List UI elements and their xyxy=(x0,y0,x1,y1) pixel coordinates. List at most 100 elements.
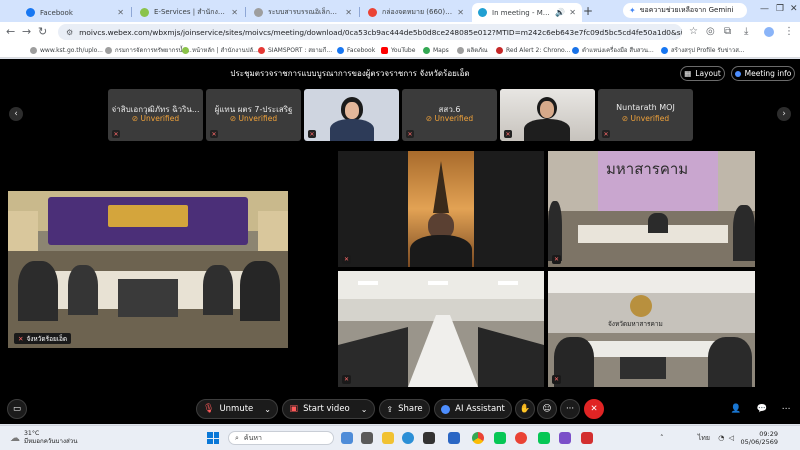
app-icon[interactable] xyxy=(448,432,460,444)
participant-video-room[interactable]: ✕ xyxy=(338,271,544,387)
participant-tile[interactable]: จ่าสิบเอกวุฒิภัทร ฉิวริน... ⊘ Unverified… xyxy=(108,89,203,141)
participant-video-seal-room[interactable]: จังหวัดมหาสารคาม ✕ xyxy=(548,271,755,387)
browser-tab-gmail[interactable]: กล่องจดหมาย (660) - saraban... ✕ xyxy=(362,3,470,22)
audio-icon[interactable]: 🔊 xyxy=(555,8,565,17)
bookmark-item[interactable]: ผลิตภัณ xyxy=(457,45,488,55)
attendee xyxy=(18,261,58,321)
start-video-button[interactable]: ▣ Start video ⌄ xyxy=(282,399,375,419)
bookmark-item[interactable]: Red Alert 2: Chrono... xyxy=(496,45,570,55)
minimize-icon[interactable]: — xyxy=(760,4,769,14)
more-options-button[interactable]: ··· xyxy=(560,399,580,419)
more-icon: ⋯ xyxy=(781,404,791,414)
chevron-down-icon[interactable]: ⌄ xyxy=(264,405,271,414)
start-button[interactable] xyxy=(207,432,219,444)
forward-icon[interactable]: → xyxy=(22,25,31,38)
bookmark-label: www.kst.go.th/uplo... xyxy=(40,46,103,54)
download-icon[interactable]: ⤓ xyxy=(744,26,748,37)
participant-video-temple[interactable]: ✕ xyxy=(338,151,544,267)
participant-video-mahasarakham[interactable]: มหาสารคาม ✕ xyxy=(548,151,755,267)
ai-assistant-button[interactable]: AI Assistant xyxy=(434,399,512,419)
share-label: Share xyxy=(398,404,423,414)
line-icon[interactable] xyxy=(538,432,550,444)
wifi-icon[interactable]: ◔ xyxy=(718,434,724,442)
extensions-icon[interactable]: ⧉ xyxy=(724,26,731,37)
widgets-icon[interactable] xyxy=(341,432,353,444)
facebook-icon xyxy=(337,46,344,54)
bookmark-item[interactable]: กรมการจัดการทรัพยากรน้ำ... xyxy=(105,45,192,55)
participant-tile[interactable]: ผู้แทน ผตร 7-ประเสริฐ ⊘ Unverified ✕ xyxy=(206,89,301,141)
leave-meeting-button[interactable]: ✕ xyxy=(584,399,604,419)
bookmark-item[interactable]: หน้าหลัก | สำนักงานปลั... xyxy=(182,45,259,55)
close-icon[interactable]: ✕ xyxy=(231,8,238,17)
bookmark-item[interactable]: ตำแหน่งเครื่องมือ สืบสวน... xyxy=(572,45,654,55)
maps-icon xyxy=(423,46,430,54)
close-window-icon[interactable]: ✕ xyxy=(790,4,798,14)
acrobat-icon[interactable] xyxy=(581,432,593,444)
clock[interactable]: 09:29 05/06/2569 xyxy=(734,430,778,446)
site-info-icon[interactable]: ⚙ xyxy=(66,28,73,37)
menu-icon[interactable]: ⋮ xyxy=(784,26,794,37)
bookmark-item[interactable]: Facebook xyxy=(337,45,375,55)
participant-tile[interactable]: Nuntarath MOJ ⊘ Unverified ✕ xyxy=(598,89,693,141)
app-icon[interactable] xyxy=(515,432,527,444)
captions-button[interactable]: ▭ xyxy=(7,399,27,419)
edge-icon[interactable] xyxy=(402,432,414,444)
filmstrip-prev-button[interactable]: ‹ xyxy=(9,107,23,121)
bookmark-item[interactable]: YouTube xyxy=(381,45,415,55)
site-icon xyxy=(457,46,464,54)
room-ceiling xyxy=(338,271,544,299)
browser-tab-eservices[interactable]: E-Services | สำนักงานปลัดกระท... ✕ xyxy=(134,3,244,22)
chevron-down-icon[interactable]: ⌄ xyxy=(361,405,368,414)
file-explorer-icon[interactable] xyxy=(382,432,394,444)
chrome-icon[interactable] xyxy=(472,432,484,444)
search-placeholder: ค้นหา xyxy=(243,433,262,442)
browser-tab-facebook[interactable]: Facebook ✕ xyxy=(20,3,130,22)
bookmark-item[interactable]: Maps xyxy=(423,45,449,55)
store-icon[interactable] xyxy=(423,432,435,444)
apps-button[interactable]: ⋯ xyxy=(776,399,796,419)
lens-icon[interactable]: ◎ xyxy=(706,26,715,37)
task-view-icon[interactable] xyxy=(361,432,373,444)
gemini-button[interactable]: ✦ ขอความช่วยเหลือจาก Gemini xyxy=(623,3,747,18)
raise-hand-button[interactable]: ✋ xyxy=(515,399,535,419)
bookmark-item[interactable]: สร้างสรุป Profile รับข่าวส... xyxy=(661,45,745,55)
bookmark-item[interactable]: www.kst.go.th/uplo... xyxy=(30,45,103,55)
bookmark-item[interactable]: SIAMSPORT : สยามกี... xyxy=(258,45,332,55)
unverified-status: ⊘ Unverified xyxy=(229,114,278,123)
share-button[interactable]: ⇪ Share xyxy=(379,399,430,419)
maximize-icon[interactable]: ❐ xyxy=(776,4,784,14)
back-icon[interactable]: ← xyxy=(6,25,15,38)
attendee xyxy=(240,261,280,321)
participants-button[interactable]: 👤 xyxy=(726,399,746,419)
participant-video-tile[interactable]: ✕ xyxy=(304,89,399,141)
language-indicator[interactable]: ไทย xyxy=(698,434,710,442)
taskbar-search[interactable]: ⌕ ค้นหา xyxy=(228,431,334,445)
new-tab-button[interactable]: + xyxy=(583,4,593,18)
line-icon[interactable] xyxy=(494,432,506,444)
close-icon[interactable]: ✕ xyxy=(569,8,576,17)
weather-widget[interactable]: ☁ 31°C มีหมอกควันบางส่วน xyxy=(10,430,77,446)
main-video-roiet[interactable]: ✕ จังหวัดร้อยเอ็ด xyxy=(8,191,288,348)
unmute-button[interactable]: 🎙 Unmute ⌄ xyxy=(196,399,278,419)
chat-button[interactable]: 💬 xyxy=(752,399,772,419)
close-icon[interactable]: ✕ xyxy=(457,8,464,17)
meeting-info-button[interactable]: Meeting info xyxy=(731,66,795,81)
attendee xyxy=(648,213,668,233)
video-name-label: ✕ จังหวัดร้อยเอ็ด xyxy=(14,333,72,344)
participant-video-tile[interactable]: ✕ xyxy=(500,89,595,141)
profile-avatar[interactable] xyxy=(764,27,774,37)
system-tray[interactable]: ˄ ไทย ◔ ◁ xyxy=(660,433,734,444)
close-icon[interactable]: ✕ xyxy=(345,8,352,17)
close-icon[interactable]: ✕ xyxy=(117,8,124,17)
layout-button[interactable]: ▦ Layout xyxy=(680,66,725,81)
filmstrip-next-button[interactable]: › xyxy=(777,107,791,121)
reactions-button[interactable]: ☺ xyxy=(537,399,557,419)
star-icon[interactable]: ☆ xyxy=(689,26,698,37)
chevron-up-icon[interactable]: ˄ xyxy=(660,434,664,442)
browser-tab-webex[interactable]: In meeting - Meeting - W... 🔊 ✕ xyxy=(472,3,582,22)
browser-tab-saraban[interactable]: ระบบสารบรรณอิเล็กทรอนิกส์... ✕ xyxy=(248,3,358,22)
address-bar[interactable]: ⚙ moivcs.webex.com/wbxmjs/joinservice/si… xyxy=(58,24,682,40)
visual-studio-icon[interactable] xyxy=(559,432,571,444)
reload-icon[interactable]: ↻ xyxy=(38,25,47,38)
participant-tile[interactable]: สสว.6 ⊘ Unverified ✕ xyxy=(402,89,497,141)
